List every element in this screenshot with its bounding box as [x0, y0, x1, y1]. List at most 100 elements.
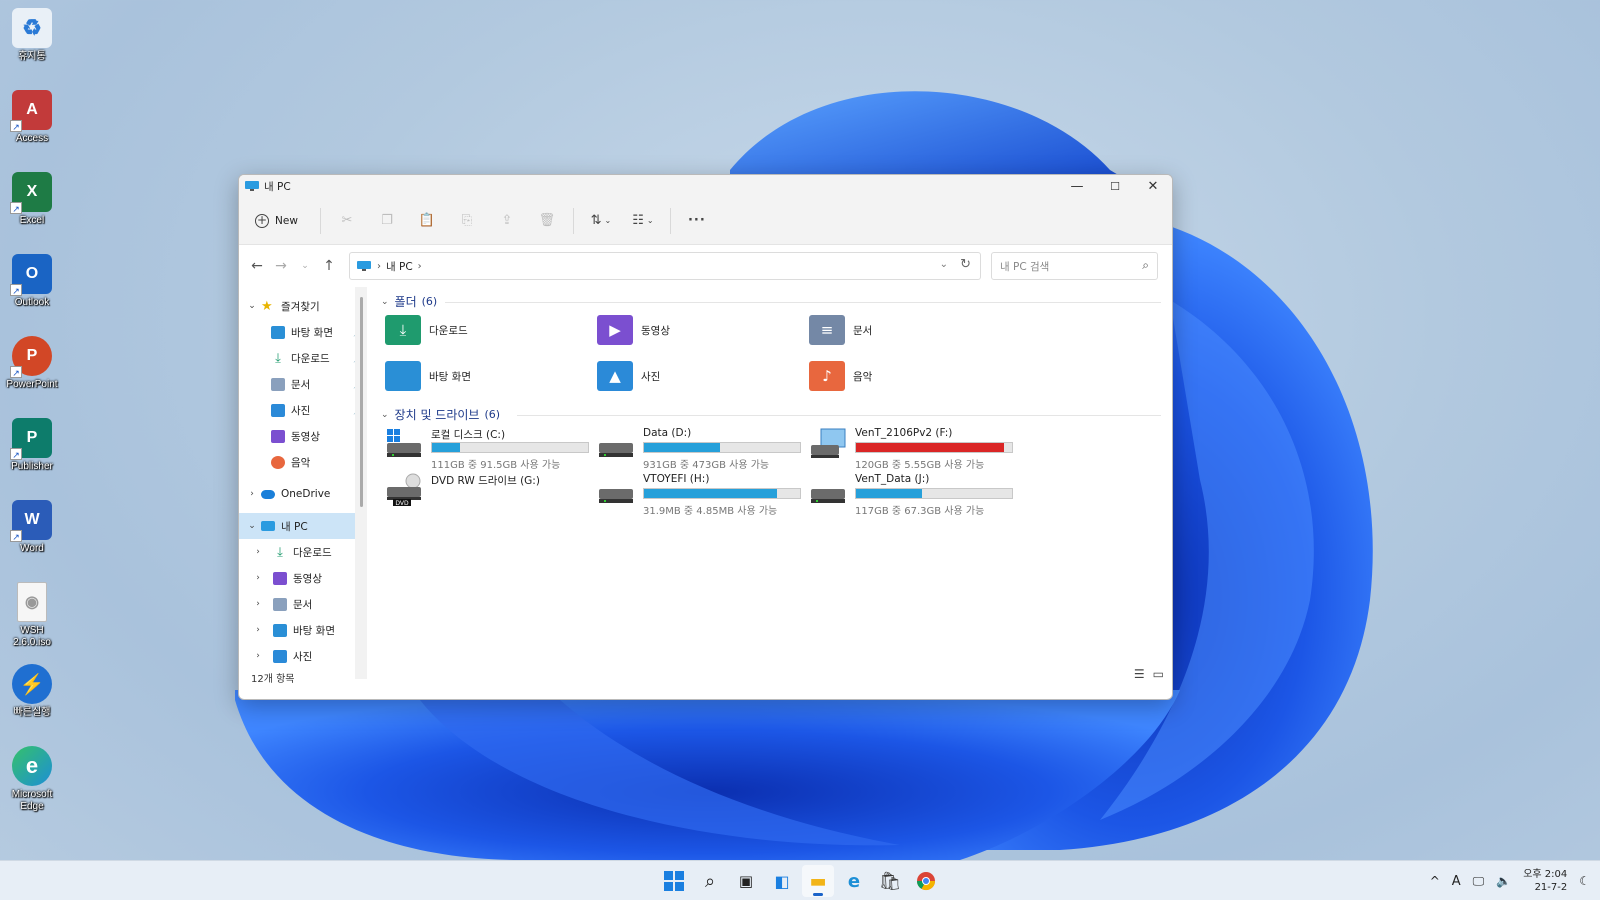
- breadcrumb-chevron-icon[interactable]: ›: [418, 261, 422, 272]
- access-desktop-icon[interactable]: A ↗ Access: [4, 90, 60, 145]
- drive-tile[interactable]: DVD DVD RW 드라이브 (G:): [385, 473, 540, 507]
- publisher-desktop-icon[interactable]: P ↗ Publisher: [4, 418, 60, 473]
- notification-moon-icon[interactable]: ☾: [1579, 874, 1590, 888]
- task-view-button[interactable]: ▣: [730, 865, 762, 897]
- excel-desktop-icon[interactable]: X ↗ Excel: [4, 172, 60, 227]
- chevron-right-icon: ›: [250, 489, 254, 499]
- forward-button[interactable]: →: [269, 258, 293, 274]
- drive-tile[interactable]: 로컬 디스크 (C:) 111GB 중 91.5GB 사용 가능: [385, 427, 589, 471]
- rename-button[interactable]: ⎘: [447, 206, 487, 236]
- up-button[interactable]: ↑: [317, 258, 341, 274]
- maximize-button[interactable]: ☐: [1096, 175, 1134, 197]
- show-hidden-icons-chevron-icon[interactable]: ^: [1430, 874, 1440, 888]
- refresh-icon[interactable]: ↻: [960, 257, 971, 272]
- word-desktop-icon[interactable]: W ↗ Word: [4, 500, 60, 555]
- pictures-icon: [271, 403, 285, 417]
- nav-label: 동영상: [291, 430, 320, 443]
- recent-locations-button[interactable]: ⌄: [293, 261, 317, 271]
- paste-button[interactable]: 📋: [407, 206, 447, 236]
- clock[interactable]: 오후 2:04 21-7-2: [1523, 868, 1567, 894]
- share-button[interactable]: ⇪: [487, 206, 527, 236]
- edge-desktop-icon[interactable]: e Microsoft Edge: [4, 746, 60, 813]
- recycle-bin-icon: ♻: [12, 8, 52, 48]
- address-history-chevron-icon[interactable]: ⌄: [940, 259, 948, 270]
- start-button[interactable]: [658, 865, 690, 897]
- drive-name: VTOYEFI (H:): [643, 473, 710, 485]
- powerpoint-desktop-icon[interactable]: P ↗ PowerPoint: [4, 336, 60, 391]
- nav-pc-downloads[interactable]: › ⤓ 다운로드: [239, 539, 367, 565]
- lightning-icon: ⚡: [12, 664, 52, 704]
- folder-tile[interactable]: ≡ 문서: [809, 315, 872, 345]
- nav-onedrive[interactable]: › OneDrive: [239, 481, 367, 507]
- drive-tile[interactable]: VenT_Data (J:) 117GB 중 67.3GB 사용 가능: [809, 473, 1013, 517]
- folder-tile[interactable]: 바탕 화면: [385, 361, 471, 391]
- file-explorer-taskbar-button[interactable]: ▬: [802, 865, 834, 897]
- nav-quick-videos[interactable]: 동영상: [239, 423, 367, 449]
- group-drives-header[interactable]: ⌄ 장치 및 드라이브 (6): [381, 406, 500, 423]
- new-button[interactable]: + New: [255, 213, 298, 228]
- nav-this-pc[interactable]: ⌄ 내 PC: [239, 513, 357, 539]
- nav-quick-desktop[interactable]: 바탕 화면 📌: [239, 319, 367, 345]
- sort-button[interactable]: ⇅ ⌄: [580, 206, 622, 236]
- chrome-taskbar-button[interactable]: [910, 865, 942, 897]
- word-icon: W ↗: [10, 500, 52, 542]
- nav-quick-documents[interactable]: 문서 📌: [239, 371, 367, 397]
- window-controls: — ☐ ✕: [1058, 175, 1172, 197]
- nav-label: 사진: [291, 404, 311, 417]
- recycle-bin-desktop-icon[interactable]: ♻ 휴지통: [4, 8, 60, 63]
- group-title: 장치 및 드라이브: [394, 408, 480, 422]
- view-button[interactable]: ☷ ⌄: [622, 206, 664, 236]
- edge-icon: e: [12, 746, 52, 786]
- drive-free-space: 931GB 중 473GB 사용 가능: [643, 460, 770, 471]
- back-button[interactable]: ←: [245, 258, 269, 274]
- copy-button[interactable]: ❐: [367, 206, 407, 236]
- more-button[interactable]: ···: [677, 206, 717, 236]
- store-taskbar-button[interactable]: 🛍: [874, 865, 906, 897]
- address-bar[interactable]: › 내 PC › ⌄ ↻: [349, 252, 981, 280]
- search-input[interactable]: 내 PC 검색 ⌕: [991, 252, 1158, 280]
- folder-tile[interactable]: ▶ 동영상: [597, 315, 670, 345]
- nav-quick-music[interactable]: 음악: [239, 449, 367, 475]
- nav-pc-videos[interactable]: › 동영상: [239, 565, 367, 591]
- chevron-right-icon: ›: [256, 651, 260, 661]
- powerpoint-icon: P ↗: [10, 336, 52, 378]
- cut-button[interactable]: ✂: [327, 206, 367, 236]
- nav-quick-downloads[interactable]: ⤓ 다운로드 📌: [239, 345, 367, 371]
- scrollbar-thumb[interactable]: [360, 297, 363, 507]
- close-button[interactable]: ✕: [1134, 175, 1172, 197]
- drive-tile[interactable]: VenT_2106Pv2 (F:) 120GB 중 5.55GB 사용 가능: [809, 427, 1013, 471]
- nav-quick-pictures[interactable]: 사진 📌: [239, 397, 367, 423]
- drive-tile[interactable]: Data (D:) 931GB 중 473GB 사용 가능: [597, 427, 801, 471]
- widgets-button[interactable]: ◧: [766, 865, 798, 897]
- edge-taskbar-button[interactable]: e: [838, 865, 870, 897]
- outlook-desktop-icon[interactable]: O ↗ Outlook: [4, 254, 60, 309]
- drive-usage-bar: [855, 442, 1013, 453]
- breadcrumb-this-pc[interactable]: 내 PC: [386, 259, 413, 274]
- nav-pc-desktop[interactable]: › 바탕 화면: [239, 617, 367, 643]
- nav-pc-documents[interactable]: › 문서: [239, 591, 367, 617]
- pictures-icon: [273, 649, 287, 663]
- tiles-view-icon[interactable]: ▭: [1153, 667, 1164, 681]
- folder-tile[interactable]: ⤓ 다운로드: [385, 315, 468, 345]
- quick-run-desktop-icon[interactable]: ⚡ 빠른실행: [4, 664, 60, 719]
- taskbar: ⌕ ▣ ◧ ▬ e 🛍 ^ A 🖵 🔈 오후 2:04 21-7-2 ☾: [0, 860, 1600, 900]
- iso-file-desktop-icon[interactable]: ◉ WSH 2.6.0.iso: [4, 582, 60, 649]
- explorer-body: ⌄ ★ 즐겨찾기 바탕 화면 📌 ⤓ 다운로드 📌 문서 📌 사진: [239, 287, 1172, 687]
- clock-time: 오후 2:04: [1523, 869, 1568, 880]
- network-icon[interactable]: 🖵: [1473, 874, 1485, 889]
- details-view-icon[interactable]: ☰: [1134, 667, 1145, 681]
- volume-icon[interactable]: 🔈: [1496, 874, 1511, 888]
- folder-tile[interactable]: ▲ 사진: [597, 361, 660, 391]
- ime-indicator[interactable]: A: [1452, 874, 1461, 889]
- search-button[interactable]: ⌕: [694, 865, 726, 897]
- minimize-button[interactable]: —: [1058, 175, 1096, 197]
- folder-tile[interactable]: ♪ 음악: [809, 361, 872, 391]
- nav-quick-access[interactable]: ⌄ ★ 즐겨찾기: [239, 293, 367, 319]
- delete-button[interactable]: 🗑: [527, 206, 567, 236]
- drive-tile[interactable]: VTOYEFI (H:) 31.9MB 중 4.85MB 사용 가능: [597, 473, 801, 517]
- nav-label: OneDrive: [281, 488, 331, 500]
- group-folders-header[interactable]: ⌄ 폴더 (6): [381, 293, 437, 310]
- nav-label: 다운로드: [291, 352, 330, 365]
- nav-pc-pictures[interactable]: › 사진: [239, 643, 367, 669]
- title-bar[interactable]: 내 PC — ☐ ✕: [239, 175, 1172, 197]
